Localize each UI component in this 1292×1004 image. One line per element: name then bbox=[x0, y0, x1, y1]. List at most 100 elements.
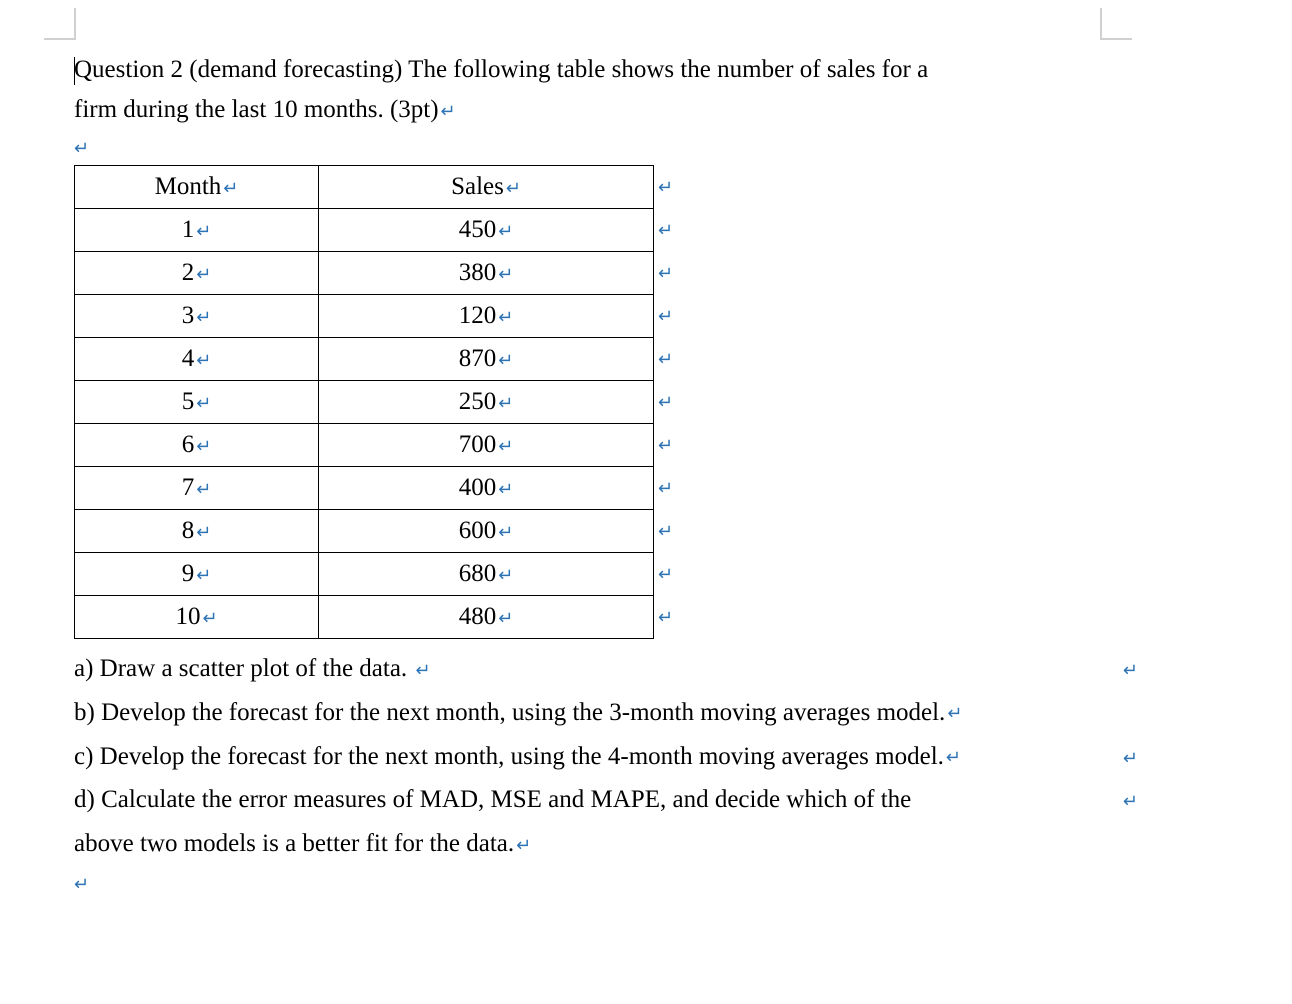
paragraph-mark-icon: ↵ bbox=[516, 835, 531, 855]
sub-a-text: a) Draw a scatter plot of the data. bbox=[74, 655, 413, 682]
header-sales[interactable]: Sales↵ bbox=[319, 166, 654, 209]
cell-mark-icon: ↵ bbox=[196, 307, 211, 327]
cell-month[interactable]: 9↵ bbox=[75, 553, 319, 596]
cell-value: 870 bbox=[459, 345, 497, 372]
cell-mark-icon: ↵ bbox=[196, 264, 211, 284]
cell-mark-icon: ↵ bbox=[506, 178, 521, 198]
cell-sales[interactable]: 600↵ bbox=[319, 510, 654, 553]
question-line-1: Question 2 (demand forecasting) The foll… bbox=[74, 56, 928, 83]
sub-c-text: c) Develop the forecast for the next mon… bbox=[74, 743, 944, 770]
empty-paragraph[interactable]: ↵ bbox=[74, 872, 1218, 897]
cell-mark-icon: ↵ bbox=[498, 522, 513, 542]
cell-month[interactable]: 8↵ bbox=[75, 510, 319, 553]
table-row: 10↵ 480↵ bbox=[75, 596, 654, 639]
table-row: 7↵ 400↵ bbox=[75, 467, 654, 510]
cell-value: 2 bbox=[182, 259, 195, 286]
table-row: 6↵ 700↵ bbox=[75, 424, 654, 467]
table-row: 2↵ 380↵ bbox=[75, 252, 654, 295]
row-end-mark-icon: ↵ bbox=[658, 220, 673, 241]
cell-month[interactable]: 2↵ bbox=[75, 252, 319, 295]
table-row: 4↵ 870↵ bbox=[75, 338, 654, 381]
cell-month[interactable]: 3↵ bbox=[75, 295, 319, 338]
cell-mark-icon: ↵ bbox=[196, 479, 211, 499]
cell-mark-icon: ↵ bbox=[196, 350, 211, 370]
row-end-mark-icon: ↵ bbox=[658, 607, 673, 628]
cell-value: 6 bbox=[182, 431, 195, 458]
cell-sales[interactable]: 450↵ bbox=[319, 209, 654, 252]
cell-sales[interactable]: 250↵ bbox=[319, 381, 654, 424]
cell-sales[interactable]: 870↵ bbox=[319, 338, 654, 381]
cell-value: 120 bbox=[459, 302, 497, 329]
cell-mark-icon: ↵ bbox=[498, 436, 513, 456]
paragraph-mark-icon: ↵ bbox=[74, 874, 89, 894]
paragraph-mark-icon: ↵ bbox=[946, 747, 961, 767]
cell-month[interactable]: 1↵ bbox=[75, 209, 319, 252]
subquestion-c[interactable]: c) Develop the forecast for the next mon… bbox=[74, 735, 1218, 779]
table-row: 3↵ 120↵ bbox=[75, 295, 654, 338]
sub-d-line1: d) Calculate the error measures of MAD, … bbox=[74, 786, 911, 813]
header-month-text: Month bbox=[155, 173, 222, 200]
cell-mark-icon: ↵ bbox=[498, 307, 513, 327]
cell-sales[interactable]: 120↵ bbox=[319, 295, 654, 338]
header-month[interactable]: Month↵ bbox=[75, 166, 319, 209]
cell-mark-icon: ↵ bbox=[498, 608, 513, 628]
cell-mark-icon: ↵ bbox=[498, 264, 513, 284]
cell-value: 600 bbox=[459, 517, 497, 544]
margin-corner-top-left bbox=[44, 8, 76, 40]
paragraph-mark-icon: ↵ bbox=[1123, 743, 1138, 775]
cell-month[interactable]: 4↵ bbox=[75, 338, 319, 381]
cell-sales[interactable]: 480↵ bbox=[319, 596, 654, 639]
question-line-2: firm during the last 10 months. (3pt) bbox=[74, 96, 439, 123]
document-page: Question 2 (demand forecasting) The foll… bbox=[0, 0, 1292, 921]
paragraph-mark-icon: ↵ bbox=[1123, 786, 1138, 818]
empty-paragraph[interactable]: ↵ bbox=[74, 136, 1218, 161]
cell-mark-icon: ↵ bbox=[196, 221, 211, 241]
margin-corner-top-right bbox=[1100, 8, 1132, 40]
sales-table[interactable]: Month↵ Sales↵ 1↵ 450↵ 2↵ 380↵ 3↵ 120↵ 4↵… bbox=[74, 165, 654, 639]
subquestion-b[interactable]: b) Develop the forecast for the next mon… bbox=[74, 691, 1218, 735]
sub-b-text: b) Develop the forecast for the next mon… bbox=[74, 699, 945, 726]
cell-sales[interactable]: 400↵ bbox=[319, 467, 654, 510]
cell-value: 250 bbox=[459, 388, 497, 415]
cell-month[interactable]: 5↵ bbox=[75, 381, 319, 424]
cell-mark-icon: ↵ bbox=[498, 479, 513, 499]
cell-month[interactable]: 7↵ bbox=[75, 467, 319, 510]
paragraph-mark-icon: ↵ bbox=[441, 101, 456, 121]
row-end-mark-icon: ↵ bbox=[658, 177, 673, 198]
cell-mark-icon: ↵ bbox=[196, 436, 211, 456]
cell-mark-icon: ↵ bbox=[202, 608, 217, 628]
cell-month[interactable]: 6↵ bbox=[75, 424, 319, 467]
subquestion-d[interactable]: d) Calculate the error measures of MAD, … bbox=[74, 778, 1218, 866]
cell-mark-icon: ↵ bbox=[196, 522, 211, 542]
cell-value: 480 bbox=[459, 603, 497, 630]
header-sales-text: Sales bbox=[451, 173, 504, 200]
cell-value: 1 bbox=[182, 216, 195, 243]
cell-mark-icon: ↵ bbox=[498, 565, 513, 585]
paragraph-mark-icon: ↵ bbox=[74, 138, 89, 158]
cell-value: 8 bbox=[182, 517, 195, 544]
cell-mark-icon: ↵ bbox=[498, 350, 513, 370]
cell-value: 10 bbox=[175, 603, 200, 630]
cell-value: 4 bbox=[182, 345, 195, 372]
paragraph-mark-icon: ↵ bbox=[1123, 655, 1138, 687]
cell-mark-icon: ↵ bbox=[196, 393, 211, 413]
cell-value: 680 bbox=[459, 560, 497, 587]
question-text[interactable]: Question 2 (demand forecasting) The foll… bbox=[74, 50, 1218, 130]
row-end-mark-icon: ↵ bbox=[658, 306, 673, 327]
cell-sales[interactable]: 700↵ bbox=[319, 424, 654, 467]
row-end-mark-icon: ↵ bbox=[658, 263, 673, 284]
cell-mark-icon: ↵ bbox=[498, 393, 513, 413]
sub-d-line2: above two models is a better fit for the… bbox=[74, 830, 514, 857]
cell-mark-icon: ↵ bbox=[196, 565, 211, 585]
table-row: 9↵ 680↵ bbox=[75, 553, 654, 596]
cell-sales[interactable]: 380↵ bbox=[319, 252, 654, 295]
cell-value: 700 bbox=[459, 431, 497, 458]
subquestion-a[interactable]: a) Draw a scatter plot of the data. ↵ ↵ bbox=[74, 647, 1218, 691]
cell-month[interactable]: 10↵ bbox=[75, 596, 319, 639]
table-header-row: Month↵ Sales↵ bbox=[75, 166, 654, 209]
row-end-mark-icon: ↵ bbox=[658, 564, 673, 585]
table-row: 8↵ 600↵ bbox=[75, 510, 654, 553]
cell-value: 3 bbox=[182, 302, 195, 329]
cell-sales[interactable]: 680↵ bbox=[319, 553, 654, 596]
paragraph-mark-icon: ↵ bbox=[947, 703, 962, 723]
